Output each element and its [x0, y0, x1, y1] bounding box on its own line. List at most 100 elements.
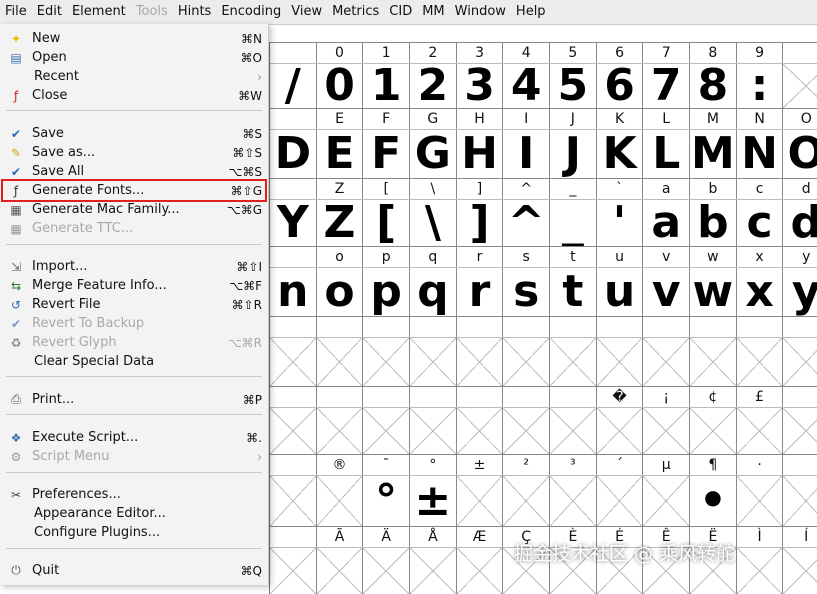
- glyph-cell[interactable]: [270, 338, 317, 386]
- glyph-cell[interactable]: 0: [317, 64, 364, 108]
- glyph-cell[interactable]: t: [550, 268, 597, 316]
- glyph-cell[interactable]: o: [317, 268, 364, 316]
- glyph-cell[interactable]: Y: [270, 200, 317, 246]
- glyph-cell[interactable]: q: [410, 268, 457, 316]
- glyph-cell[interactable]: [456, 338, 504, 386]
- menu-item-new[interactable]: ✦ New ⌘N: [0, 29, 268, 48]
- glyph-cell[interactable]: _: [550, 200, 597, 246]
- glyph-cell[interactable]: [363, 408, 411, 454]
- glyph-cell[interactable]: [783, 338, 817, 386]
- glyph-cell[interactable]: 4: [503, 64, 551, 108]
- glyph-cell[interactable]: [736, 476, 784, 526]
- glyph-cell[interactable]: [596, 408, 644, 454]
- glyph-cell[interactable]: [736, 338, 784, 386]
- glyph-cell[interactable]: [690, 408, 737, 454]
- glyph-cell[interactable]: [736, 548, 784, 594]
- glyph-cell[interactable]: [503, 338, 551, 386]
- menubar-item-window[interactable]: Window: [450, 0, 511, 24]
- glyph-cell[interactable]: [316, 476, 364, 526]
- menubar-item-encoding[interactable]: Encoding: [216, 0, 286, 24]
- glyph-cell[interactable]: M: [690, 130, 737, 178]
- glyph-cell[interactable]: ': [597, 200, 644, 246]
- glyph-cell[interactable]: ^: [503, 200, 551, 246]
- menu-item-open[interactable]: ▤ Open ⌘O: [0, 48, 268, 67]
- glyph-cell[interactable]: [550, 338, 597, 386]
- glyph-cell[interactable]: 3: [457, 64, 504, 108]
- menu-item-script-menu[interactable]: ⚙ Script Menu ›: [0, 447, 268, 466]
- glyph-cell[interactable]: [456, 476, 504, 526]
- glyph-cell[interactable]: n: [270, 268, 317, 316]
- glyph-cell[interactable]: [: [363, 200, 411, 246]
- glyph-cell[interactable]: [270, 548, 317, 594]
- menu-item-revert-glyph[interactable]: ♻ Revert Glyph ⌥⌘R: [0, 333, 268, 352]
- menubar-item-tools[interactable]: Tools: [131, 0, 173, 24]
- glyph-cell[interactable]: 2: [410, 64, 457, 108]
- glyph-cell[interactable]: G: [410, 130, 457, 178]
- glyph-cell[interactable]: 8: [690, 64, 737, 108]
- glyph-cell[interactable]: [270, 408, 317, 454]
- menu-item-import[interactable]: ⇲ Import... ⌘⇧I: [0, 257, 268, 276]
- glyph-cell[interactable]: a: [643, 200, 691, 246]
- menu-item-print[interactable]: ⎙ Print... ⌘P: [0, 390, 268, 409]
- glyph-cell[interactable]: [363, 338, 411, 386]
- glyph-cell[interactable]: [456, 548, 504, 594]
- menubar-item-metrics[interactable]: Metrics: [327, 0, 384, 24]
- glyph-cell[interactable]: I: [503, 130, 551, 178]
- menu-item-save-as[interactable]: ✎ Save as... ⌘⇧S: [0, 143, 268, 162]
- glyph-cell[interactable]: N: [737, 130, 784, 178]
- glyph-cell[interactable]: c: [737, 200, 784, 246]
- glyph-cell[interactable]: [736, 408, 784, 454]
- glyph-cell[interactable]: p: [363, 268, 411, 316]
- glyph-cell[interactable]: [783, 64, 817, 108]
- glyph-cell[interactable]: 6: [597, 64, 644, 108]
- glyph-cell[interactable]: D: [270, 130, 317, 178]
- glyph-cell[interactable]: [503, 476, 551, 526]
- menu-item-quit[interactable]: ⏻ Quit ⌘Q: [0, 561, 268, 580]
- menu-item-recent[interactable]: Recent ›: [0, 67, 268, 86]
- glyph-cell[interactable]: :: [737, 64, 784, 108]
- menu-item-save[interactable]: ✔ Save ⌘S: [0, 124, 268, 143]
- glyph-cell[interactable]: w: [690, 268, 737, 316]
- glyph-cell[interactable]: [316, 548, 364, 594]
- menubar-item-file[interactable]: File: [0, 0, 32, 24]
- glyph-cell[interactable]: [270, 476, 317, 526]
- menubar-item-element[interactable]: Element: [67, 0, 131, 24]
- glyph-cell[interactable]: J: [550, 130, 597, 178]
- glyph-cell[interactable]: [596, 338, 644, 386]
- menu-item-preferences[interactable]: ✂ Preferences...: [0, 485, 268, 504]
- glyph-cell[interactable]: [410, 338, 457, 386]
- glyph-cell[interactable]: [550, 476, 597, 526]
- glyph-cell[interactable]: [690, 338, 737, 386]
- menu-item-revert-file[interactable]: ↺ Revert File ⌘⇧R: [0, 295, 268, 314]
- menubar-item-view[interactable]: View: [286, 0, 327, 24]
- glyph-cell[interactable]: d: [783, 200, 817, 246]
- menu-item-generate-ttc[interactable]: ▦ Generate TTC...: [0, 219, 268, 238]
- glyph-cell[interactable]: s: [503, 268, 551, 316]
- glyph-cell[interactable]: [643, 408, 691, 454]
- glyph-cell[interactable]: u: [597, 268, 644, 316]
- glyph-cell[interactable]: /: [270, 64, 317, 108]
- glyph-cell[interactable]: [596, 476, 644, 526]
- glyph-cell[interactable]: [783, 548, 817, 594]
- glyph-cell[interactable]: r: [457, 268, 504, 316]
- menu-item-merge-feature-info[interactable]: ⇆ Merge Feature Info... ⌥⌘F: [0, 276, 268, 295]
- glyph-cell[interactable]: [503, 408, 551, 454]
- menubar-item-cid[interactable]: CID: [384, 0, 417, 24]
- glyph-cell[interactable]: H: [457, 130, 504, 178]
- glyph-cell[interactable]: 1: [363, 64, 411, 108]
- glyph-cell[interactable]: [410, 408, 457, 454]
- glyph-cell[interactable]: [363, 548, 411, 594]
- menu-item-generate-mac-family[interactable]: ▦ Generate Mac Family... ⌥⌘G: [0, 200, 268, 219]
- menu-item-close[interactable]: ƒ Close ⌘W: [0, 86, 268, 105]
- menu-item-clear-special-data[interactable]: Clear Special Data: [0, 352, 268, 371]
- glyph-cell[interactable]: \: [410, 200, 457, 246]
- glyph-cell[interactable]: [783, 408, 817, 454]
- menubar-item-help[interactable]: Help: [511, 0, 551, 24]
- glyph-cell[interactable]: x: [737, 268, 784, 316]
- glyph-cell[interactable]: 7: [643, 64, 691, 108]
- glyph-cell[interactable]: y: [783, 268, 817, 316]
- menu-item-revert-to-backup[interactable]: ✔ Revert To Backup: [0, 314, 268, 333]
- glyph-cell[interactable]: 5: [550, 64, 597, 108]
- glyph-cell[interactable]: E: [317, 130, 364, 178]
- glyph-cell[interactable]: [410, 548, 457, 594]
